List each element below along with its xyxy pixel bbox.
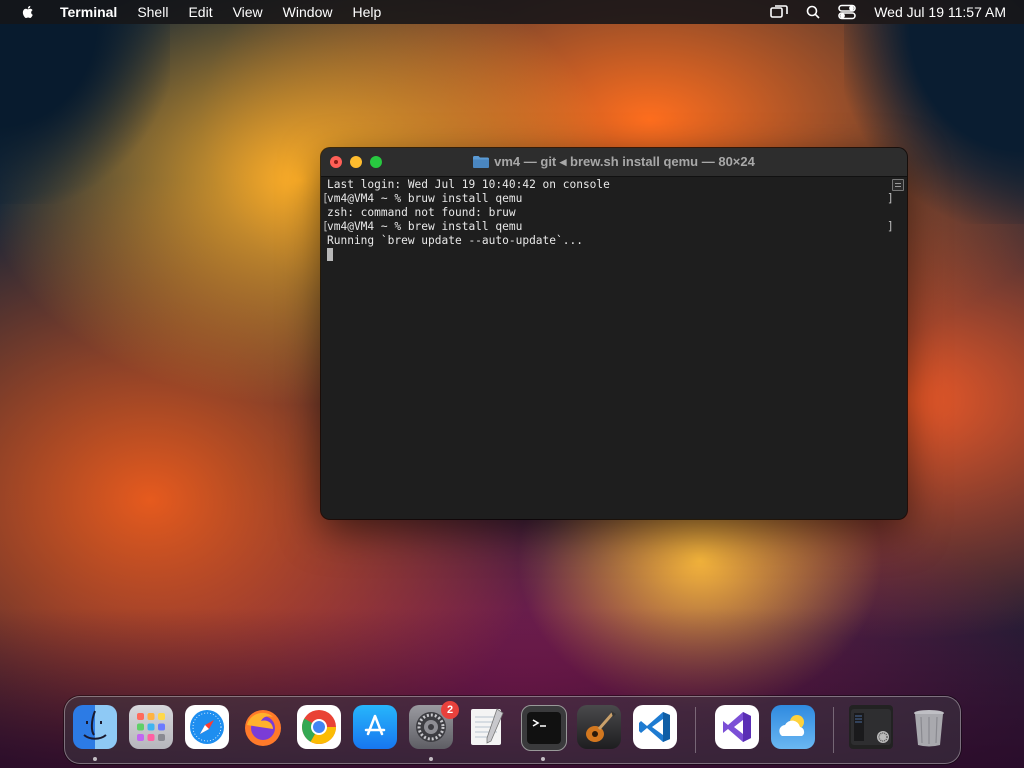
wallpaper-shade-left <box>0 24 170 204</box>
firefox-icon[interactable] <box>241 705 285 749</box>
dock-separator <box>833 707 834 753</box>
menu-bar: Terminal Shell Edit View Window Help Wed… <box>0 0 1024 24</box>
minimize-button[interactable] <box>350 156 362 168</box>
text-cursor <box>327 248 333 261</box>
screen-mirroring-icon[interactable] <box>770 4 789 20</box>
terminal-line: zsh: command not found: bruw <box>327 206 516 219</box>
weather-icon[interactable] <box>771 705 815 749</box>
running-indicator <box>429 757 433 761</box>
dock: 2 <box>64 696 961 764</box>
textedit-icon[interactable] <box>465 705 509 749</box>
visual-studio-icon[interactable] <box>715 705 759 749</box>
chrome-icon[interactable] <box>297 705 341 749</box>
window-title-text: vm4 — git ◂ brew.sh install qemu — 80×24 <box>494 154 755 169</box>
menu-help[interactable]: Help <box>342 0 391 24</box>
launchpad-icon[interactable] <box>129 705 173 749</box>
terminal-line-text: vm4@VM4 ~ % bruw install qemu <box>327 192 523 205</box>
menu-edit[interactable]: Edit <box>178 0 222 24</box>
close-button[interactable] <box>330 156 342 168</box>
terminal-line: Running `brew update --auto-update`... <box>327 234 583 247</box>
terminal-line: Last login: Wed Jul 19 10:40:42 on conso… <box>327 178 610 191</box>
trash-icon[interactable] <box>907 705 951 749</box>
window-titlebar[interactable]: vm4 — git ◂ brew.sh install qemu — 80×24 <box>321 148 907 177</box>
terminal-line-text: vm4@VM4 ~ % brew install qemu <box>327 220 523 233</box>
control-center-icon[interactable] <box>838 4 857 20</box>
notification-badge: 2 <box>441 701 459 719</box>
terminal-window[interactable]: vm4 — git ◂ brew.sh install qemu — 80×24… <box>321 148 907 519</box>
running-indicator <box>541 757 545 761</box>
running-indicator <box>93 757 97 761</box>
app-store-icon[interactable] <box>353 705 397 749</box>
dock-separator <box>695 707 696 753</box>
menu-shell[interactable]: Shell <box>127 0 178 24</box>
terminal-output[interactable]: Last login: Wed Jul 19 10:40:42 on conso… <box>321 177 907 519</box>
vscode-icon[interactable] <box>633 705 677 749</box>
window-title: vm4 — git ◂ brew.sh install qemu — 80×24 <box>321 148 907 176</box>
garageband-icon[interactable] <box>577 705 621 749</box>
stack-icon[interactable] <box>849 705 893 749</box>
menu-window[interactable]: Window <box>273 0 343 24</box>
terminal-icon[interactable] <box>521 705 567 751</box>
menu-view[interactable]: View <box>223 0 273 24</box>
safari-icon[interactable] <box>185 705 229 749</box>
menu-bar-clock[interactable]: Wed Jul 19 11:57 AM <box>874 4 1006 20</box>
finder-icon[interactable] <box>73 705 117 749</box>
zoom-button[interactable] <box>370 156 382 168</box>
terminal-line-prompt: [vm4@VM4 ~ % bruw install qemu] <box>322 192 894 205</box>
search-icon[interactable] <box>804 4 822 20</box>
menu-app-name[interactable]: Terminal <box>50 0 127 24</box>
apple-menu-icon[interactable] <box>20 4 36 20</box>
folder-icon <box>473 156 490 168</box>
terminal-line-prompt: [vm4@VM4 ~ % brew install qemu] <box>322 220 894 233</box>
